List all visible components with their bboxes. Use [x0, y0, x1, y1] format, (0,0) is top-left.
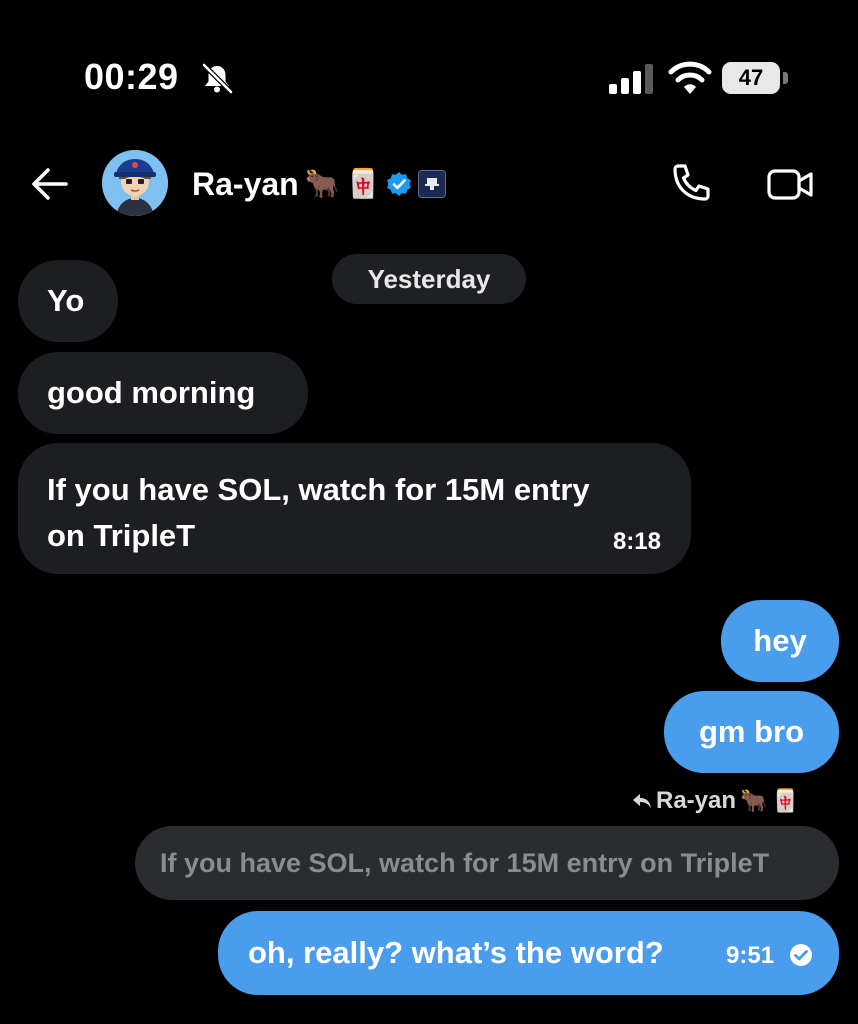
- contact-avatar[interactable]: [102, 150, 168, 216]
- name-emoji-ox: 🐂: [304, 168, 340, 199]
- cellular-signal-icon: [609, 64, 653, 94]
- outgoing-message-gm-bro[interactable]: gm bro: [664, 691, 839, 773]
- reply-to-name: Ra-yan: [656, 787, 737, 814]
- verified-badge-icon: [387, 172, 412, 196]
- battery-level: 47: [738, 65, 764, 90]
- reply-context-label: Ra-yan 🐂 🀄: [632, 784, 799, 818]
- reply-emoji-ox: 🐂: [740, 788, 768, 813]
- battery-tip: [783, 72, 788, 84]
- reply-emoji-mahjong: 🀄: [771, 788, 799, 813]
- bell-slash-icon: [202, 63, 233, 94]
- message-text-line1: If you have SOL, watch for 15M entry: [47, 472, 590, 507]
- status-time: 00:29: [84, 56, 179, 97]
- read-check-icon: [790, 944, 812, 966]
- reply-arrow-icon: [633, 794, 651, 808]
- affiliate-badge-icon: [418, 170, 447, 198]
- incoming-message-yo[interactable]: Yo: [18, 260, 118, 342]
- message-text: oh, really? what’s the word?: [248, 935, 664, 970]
- quoted-message[interactable]: If you have SOL, watch for 15M entry on …: [135, 826, 839, 900]
- video-icon[interactable]: [766, 164, 814, 204]
- message-text-line2: on TripleT: [47, 518, 196, 553]
- back-arrow-icon[interactable]: [28, 164, 70, 204]
- incoming-message-good-morning[interactable]: good morning: [18, 352, 308, 434]
- date-divider: Yesterday: [332, 254, 526, 304]
- outgoing-message-hey[interactable]: hey: [721, 600, 839, 682]
- outgoing-reply-message[interactable]: oh, really? what’s the word? 9:51: [218, 911, 839, 995]
- incoming-message-sol[interactable]: If you have SOL, watch for 15M entry on …: [18, 443, 691, 574]
- name-emoji-mahjong: 🀄: [345, 168, 381, 199]
- phone-icon[interactable]: [668, 162, 712, 206]
- contact-name-row[interactable]: Ra-yan 🐂 🀄: [192, 162, 447, 206]
- battery-indicator: 47: [722, 62, 790, 96]
- message-timestamp: 8:18: [612, 528, 661, 555]
- wifi-icon: [668, 61, 712, 94]
- message-timestamp: 9:51: [726, 942, 775, 969]
- contact-name: Ra-yan: [192, 165, 299, 202]
- avatar-illustration: [102, 150, 168, 216]
